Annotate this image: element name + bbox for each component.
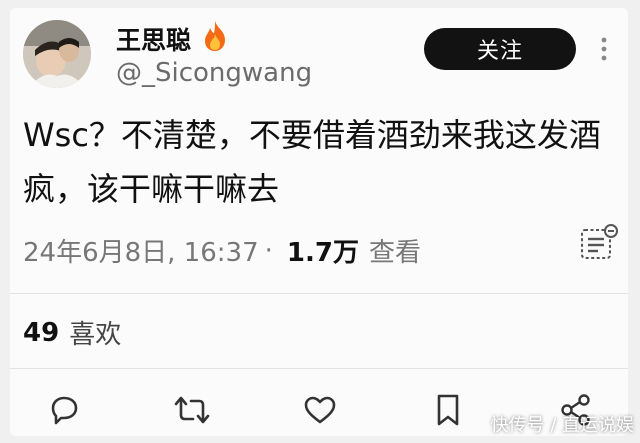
fire-icon: [201, 20, 229, 58]
display-name[interactable]: 王思聪: [116, 20, 229, 58]
tweet-text: Wsc？不清楚，不要借着酒劲来我这发酒疯，该干嘛干嘛去: [23, 116, 601, 208]
bookmark-icon[interactable]: [428, 390, 468, 430]
more-options-icon[interactable]: [598, 36, 610, 66]
divider: [10, 368, 628, 369]
user-handle[interactable]: @_Sicongwang: [116, 58, 312, 88]
meta-separator: ·: [264, 235, 273, 266]
views-count: 1.7万: [286, 238, 359, 268]
likes-summary[interactable]: 49 喜欢: [23, 314, 121, 351]
avatar[interactable]: [23, 20, 91, 88]
follow-button[interactable]: 关注: [424, 28, 576, 70]
display-name-text: 王思聪: [116, 26, 192, 55]
divider: [10, 293, 628, 294]
views-label: 查看: [368, 238, 421, 268]
likes-count: 49: [23, 317, 60, 348]
analytics-icon[interactable]: [578, 222, 620, 268]
watermark: 快传号 / 直运说娱: [490, 415, 634, 436]
like-icon[interactable]: [300, 390, 340, 430]
likes-label: 喜欢: [69, 320, 122, 350]
tweet-card: 王思聪 @_Sicongwang 关注 Wsc？不清楚，不要借着酒劲来我这发酒疯…: [10, 8, 628, 436]
avatar-photo-icon: [23, 20, 91, 88]
retweet-icon[interactable]: [172, 390, 212, 430]
timestamp[interactable]: 24年6月8日, 16:37: [23, 232, 259, 269]
tweet-meta: 24年6月8日, 16:37 · 1.7万 查看: [23, 232, 421, 269]
reply-icon[interactable]: [44, 390, 84, 430]
